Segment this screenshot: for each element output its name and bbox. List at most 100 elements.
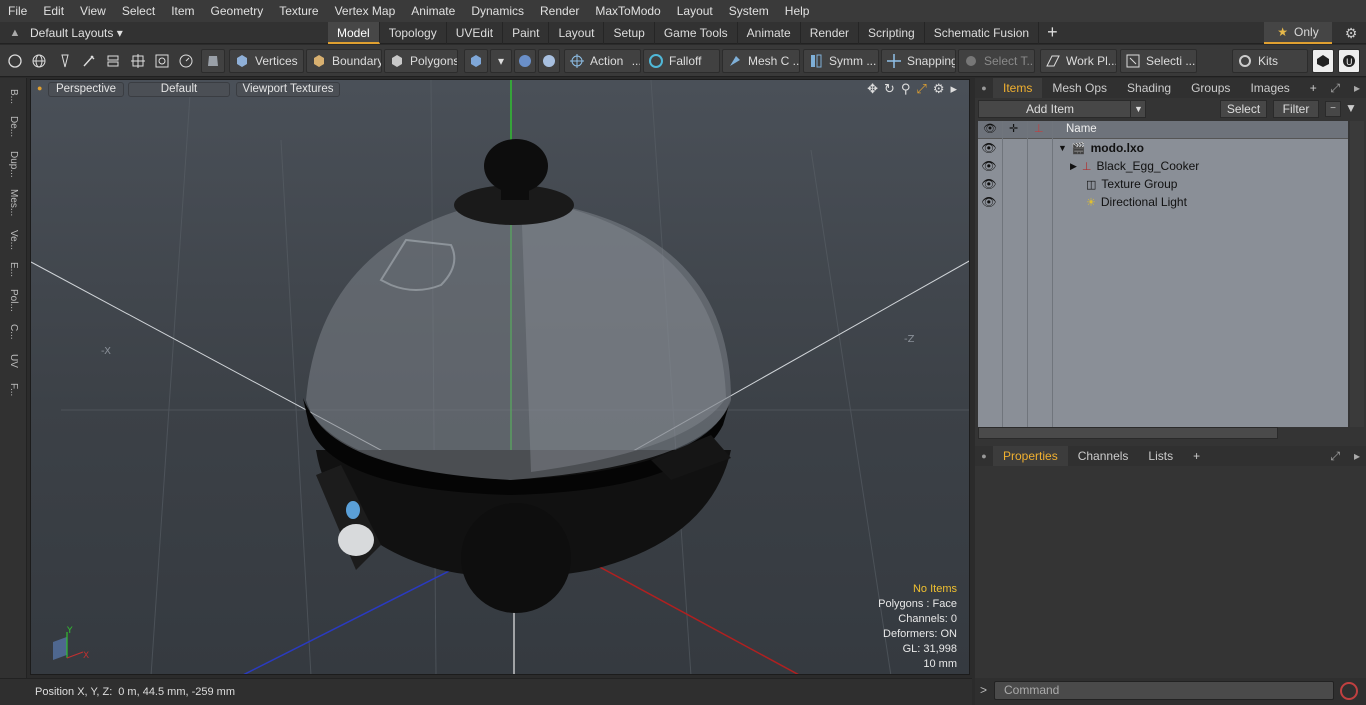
strip-tab-vertex[interactable]: Ve...: [4, 226, 22, 254]
vertices-button[interactable]: Vertices: [229, 49, 304, 73]
list-item-texture-group[interactable]: 👁 ◫ Texture Group: [978, 175, 1348, 193]
tab-paint[interactable]: Paint: [503, 22, 550, 44]
menu-system[interactable]: System: [721, 0, 777, 22]
tab-channels[interactable]: Channels: [1068, 446, 1139, 466]
collapse-icon[interactable]: −: [1325, 101, 1341, 117]
maximize-view-icon[interactable]: ⤢: [916, 81, 926, 97]
menu-render[interactable]: Render: [532, 0, 587, 22]
tab-lists[interactable]: Lists: [1138, 446, 1183, 466]
add-panel-tab-icon[interactable]: +: [1300, 78, 1327, 98]
lock-header-icon[interactable]: ✛: [1009, 122, 1018, 135]
tab-scripting[interactable]: Scripting: [859, 22, 925, 44]
menu-select[interactable]: Select: [114, 0, 163, 22]
strip-tab-duplicate[interactable]: Dup...: [4, 146, 22, 182]
strip-tab-edge[interactable]: E...: [4, 258, 22, 282]
menu-edit[interactable]: Edit: [35, 0, 72, 22]
select-button[interactable]: Select: [1220, 100, 1267, 118]
tab-mesh-ops[interactable]: Mesh Ops: [1042, 78, 1117, 98]
menu-maxtomodo[interactable]: MaxToModo: [587, 0, 668, 22]
menu-vertex-map[interactable]: Vertex Map: [327, 0, 404, 22]
snapping-button[interactable]: Snapping: [881, 49, 956, 73]
axis-header-icon[interactable]: ⊥: [1034, 122, 1044, 135]
square-target-icon[interactable]: [151, 49, 173, 73]
funnel-icon[interactable]: ▼: [1345, 101, 1357, 115]
add-tab-icon[interactable]: +: [1039, 22, 1066, 44]
eye-icon[interactable]: 👁: [980, 195, 998, 209]
tab-render[interactable]: Render: [801, 22, 860, 44]
menu-file[interactable]: File: [0, 0, 35, 22]
tab-images[interactable]: Images: [1240, 78, 1299, 98]
tab-groups[interactable]: Groups: [1181, 78, 1240, 98]
falloff-button[interactable]: Falloff: [643, 49, 720, 73]
symmetry-button[interactable]: Symm ...: [803, 49, 879, 73]
viewport-arrow-icon[interactable]: ▸: [950, 81, 957, 97]
item-mode-icon[interactable]: [464, 49, 488, 73]
boundary-button[interactable]: Boundary: [306, 49, 382, 73]
tab-uvedit[interactable]: UVEdit: [447, 22, 504, 44]
item-list-vscrollbar[interactable]: [1350, 121, 1364, 427]
material-alt-icon[interactable]: [538, 49, 560, 73]
tab-model[interactable]: Model: [328, 22, 380, 44]
list-item-black-egg-cooker[interactable]: 👁 ▶ ⊥ Black_Egg_Cooker: [978, 157, 1348, 175]
panel-menu-arrow-icon[interactable]: ▸: [1354, 81, 1360, 95]
panel-dot-icon[interactable]: ●: [975, 451, 993, 461]
move-view-icon[interactable]: ✥: [867, 81, 878, 97]
unreal-icon[interactable]: U: [1338, 49, 1360, 73]
eye-icon[interactable]: 👁: [980, 177, 998, 191]
layout-home-icon[interactable]: ▲: [0, 27, 30, 39]
menu-geometry[interactable]: Geometry: [203, 0, 272, 22]
tab-schematic-fusion[interactable]: Schematic Fusion: [925, 22, 1040, 44]
work-plane-button[interactable]: Work Pl...: [1040, 49, 1117, 73]
tab-layout[interactable]: Layout: [549, 22, 605, 44]
menu-layout[interactable]: Layout: [669, 0, 721, 22]
expand-panel-icon[interactable]: ⤢: [1330, 81, 1340, 96]
viewport-textures-button[interactable]: Viewport Textures: [236, 82, 340, 97]
action-center-button[interactable]: Action ...: [564, 49, 641, 73]
grid-snap-icon[interactable]: [127, 49, 149, 73]
tab-topology[interactable]: Topology: [380, 22, 447, 44]
add-item-button[interactable]: Add Item: [978, 100, 1146, 118]
only-button[interactable]: ★ Only: [1264, 22, 1332, 44]
record-icon[interactable]: [1340, 682, 1358, 700]
brush-icon[interactable]: [78, 49, 100, 73]
circle-select-icon[interactable]: [4, 49, 26, 73]
select-through-button[interactable]: Select T...: [958, 49, 1035, 73]
chevron-down-icon[interactable]: ▾: [490, 49, 512, 73]
tab-shading[interactable]: Shading: [1117, 78, 1181, 98]
column-name-header[interactable]: Name: [1066, 123, 1097, 135]
tab-animate[interactable]: Animate: [738, 22, 801, 44]
layout-selector[interactable]: ▲ Default Layouts ▾: [0, 22, 220, 44]
scene-canvas[interactable]: -X -Z Y X: [31, 80, 970, 675]
selection-sets-button[interactable]: Selecti ...: [1120, 49, 1197, 73]
panel-menu-arrow-icon[interactable]: ▸: [1354, 449, 1360, 463]
add-item-chevron-icon[interactable]: ▼: [1130, 100, 1146, 118]
unity-icon[interactable]: [1312, 49, 1334, 73]
list-item-directional-light[interactable]: 👁 ☀ Directional Light: [978, 193, 1348, 211]
align-icon[interactable]: [102, 49, 124, 73]
material-icon[interactable]: [514, 49, 536, 73]
panel-dot-icon[interactable]: ●: [975, 83, 993, 93]
kits-button[interactable]: Kits: [1232, 49, 1308, 73]
solid-shade-icon[interactable]: [201, 49, 225, 73]
command-input[interactable]: Command: [994, 681, 1334, 700]
strip-tab-fusion[interactable]: F...: [4, 376, 22, 404]
perspective-button[interactable]: Perspective: [48, 82, 124, 97]
3d-viewport[interactable]: -X -Z Y X ● Perspective Default Viewport…: [30, 79, 970, 675]
item-list[interactable]: 👁 ✛ ⊥ Name 👁 ▼ 🎬 modo.lxo 👁 ▶ ⊥ Black_Eg…: [978, 121, 1348, 427]
menu-help[interactable]: Help: [777, 0, 818, 22]
expand-down-icon[interactable]: ▼: [1058, 143, 1067, 153]
strip-tab-deform[interactable]: De...: [4, 112, 22, 142]
strip-tab-curve[interactable]: C...: [4, 320, 22, 344]
add-panel-tab-icon[interactable]: +: [1183, 446, 1210, 466]
item-list-hscrollbar[interactable]: [978, 427, 1278, 439]
globe-icon[interactable]: [28, 49, 50, 73]
visibility-eye-icon[interactable]: 👁: [983, 122, 997, 135]
mesh-constraint-button[interactable]: Mesh C ...: [722, 49, 800, 73]
strip-tab-basic[interactable]: B...: [4, 84, 22, 110]
menu-item[interactable]: Item: [163, 0, 202, 22]
menu-dynamics[interactable]: Dynamics: [463, 0, 532, 22]
polygons-button[interactable]: Polygons: [384, 49, 458, 73]
clock-icon[interactable]: [175, 49, 197, 73]
expand-panel-icon[interactable]: ⤢: [1330, 449, 1340, 464]
viewport-gear-icon[interactable]: ⚙: [933, 81, 945, 97]
